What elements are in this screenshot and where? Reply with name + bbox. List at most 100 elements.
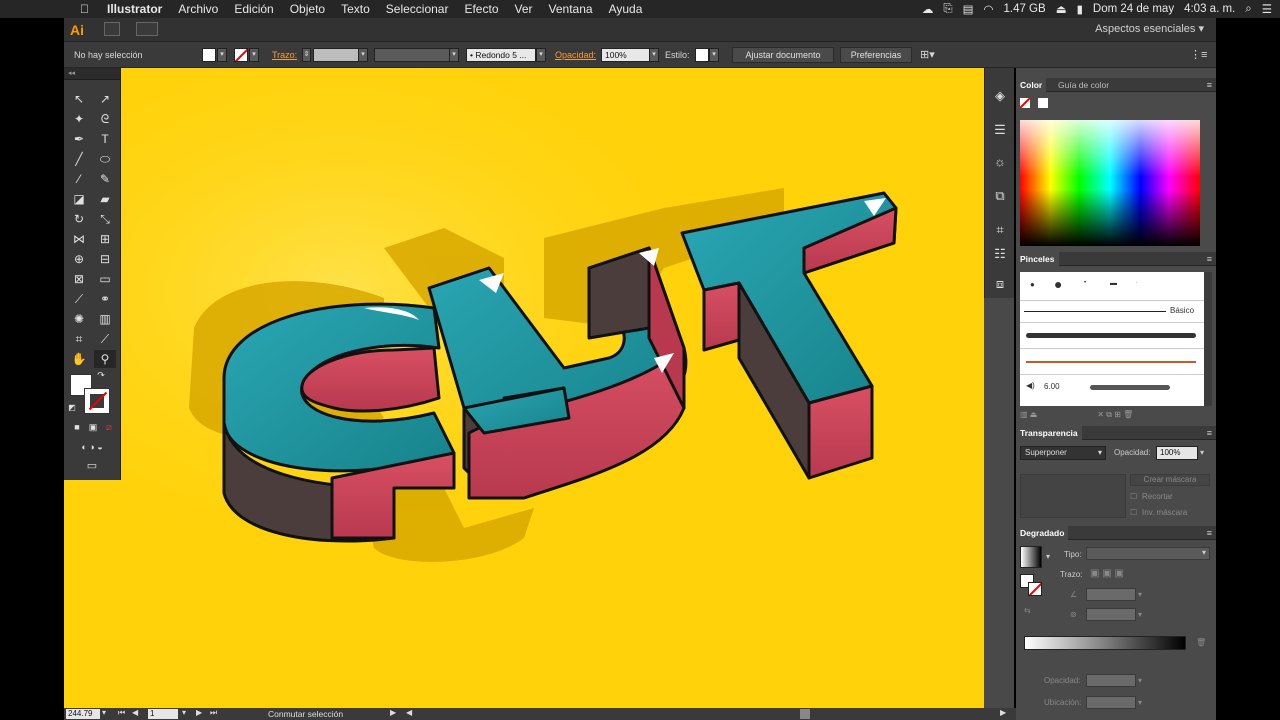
- color-white-swatch[interactable]: [1038, 98, 1048, 108]
- artboard-canvas[interactable]: [64, 68, 984, 708]
- bridge-icon[interactable]: [104, 22, 120, 36]
- menu-ventana[interactable]: Ventana: [541, 0, 601, 18]
- blend-tool-icon[interactable]: ⚭: [94, 290, 116, 308]
- opacity-field[interactable]: 100%: [601, 48, 651, 62]
- stroke-weight-dropdown-icon[interactable]: ▾: [358, 48, 368, 62]
- eject-icon[interactable]: ⏏: [1056, 2, 1067, 16]
- stop-opacity-field[interactable]: [1086, 674, 1136, 687]
- arrange-documents-icon[interactable]: [136, 22, 158, 36]
- brush-dropdown-icon[interactable]: ▾: [536, 48, 546, 62]
- stroke-label[interactable]: Trazo:: [272, 50, 297, 60]
- hand-tool-icon[interactable]: ✋: [68, 350, 90, 368]
- variable-width-dropdown-icon[interactable]: ▾: [449, 48, 459, 62]
- bookmark-icon[interactable]: ⎘: [943, 3, 952, 16]
- zoom-field[interactable]: 244.79: [66, 709, 100, 719]
- graphic-style-swatch[interactable]: [695, 48, 709, 62]
- zoom-dropdown-icon[interactable]: ▾: [102, 708, 106, 717]
- color-none-swatch[interactable]: [1020, 98, 1030, 108]
- menu-objeto[interactable]: Objeto: [282, 0, 333, 18]
- column-graph-tool-icon[interactable]: ▥: [94, 310, 116, 328]
- opacity-dropdown-icon[interactable]: ▾: [1200, 448, 1204, 457]
- line-tool-icon[interactable]: ╱: [68, 150, 90, 168]
- eraser-tool-icon[interactable]: ▰: [94, 190, 116, 208]
- magic-wand-tool-icon[interactable]: ✦: [68, 110, 90, 128]
- pathfinder-icon[interactable]: ⧉: [990, 186, 1010, 206]
- align-icon[interactable]: ⌗: [990, 220, 1010, 240]
- zoom-tool-icon[interactable]: ⚲: [94, 350, 116, 368]
- stop-location-dropdown-icon[interactable]: ▾: [1138, 698, 1142, 707]
- perspective-grid-tool-icon[interactable]: ⊟: [94, 250, 116, 268]
- menu-ayuda[interactable]: Ayuda: [601, 0, 651, 18]
- gradient-tool-icon[interactable]: ▭: [94, 270, 116, 288]
- status-menu-icon[interactable]: ▶: [390, 708, 396, 717]
- artboard-tool-icon[interactable]: ⌗: [68, 330, 90, 348]
- angle-field[interactable]: [1086, 588, 1136, 601]
- wifi-icon[interactable]: ◠: [983, 2, 993, 16]
- clipboard-icon[interactable]: ▤: [963, 2, 974, 16]
- tools-panel-grip[interactable]: ◂◂: [64, 68, 120, 80]
- stroke-gradient-options-icons[interactable]: ▣ ▣ ▣: [1090, 568, 1124, 579]
- preferences-button[interactable]: Preferencias: [840, 47, 912, 63]
- brushes-footer-icons[interactable]: ▥ ⏏ ✕ ⧉ ⊞ 🗑: [1020, 410, 1212, 420]
- brush-dot-large[interactable]: ●: [1054, 276, 1062, 292]
- menu-edicion[interactable]: Edición: [226, 0, 281, 18]
- color-mode-icon[interactable]: ■: [70, 420, 84, 434]
- gradient-preview-dropdown-icon[interactable]: ▾: [1046, 552, 1050, 561]
- angle-dropdown-icon[interactable]: ▾: [1138, 590, 1142, 599]
- direct-selection-tool-icon[interactable]: ↗: [94, 90, 116, 108]
- lasso-tool-icon[interactable]: ᘓ: [94, 110, 116, 128]
- status-text[interactable]: Conmutar selección: [268, 708, 343, 720]
- transparency-panel-menu-icon[interactable]: ≡: [1207, 426, 1212, 440]
- stroke-color-box[interactable]: [84, 388, 110, 414]
- transparency-opacity-field[interactable]: 100%: [1156, 446, 1198, 460]
- stop-location-field[interactable]: [1086, 696, 1136, 709]
- opacity-dropdown-icon[interactable]: ▾: [649, 48, 659, 62]
- brush-definition-field[interactable]: • Redondo 5 ...: [466, 48, 536, 62]
- next-artboard-icon[interactable]: ▶: [196, 708, 202, 717]
- brushes-panel-menu-icon[interactable]: ≡: [1207, 252, 1212, 266]
- panel-menu-icon[interactable]: ⋮≡: [1190, 48, 1207, 61]
- time-readout[interactable]: 4:03 a. m.: [1184, 3, 1235, 15]
- symbols-icon[interactable]: ⧈: [990, 274, 1010, 294]
- battery-icon[interactable]: ▮: [1077, 2, 1083, 16]
- clip-checkbox[interactable]: ☐: [1130, 492, 1137, 501]
- brush-calligraphic[interactable]: ▬: [1110, 280, 1117, 287]
- shaper-tool-icon[interactable]: ◪: [68, 190, 90, 208]
- spotlight-icon[interactable]: ⌕: [1245, 3, 1251, 16]
- gradient-stroke-box[interactable]: [1028, 582, 1042, 596]
- tab-color-guide[interactable]: Guía de color: [1054, 78, 1113, 92]
- artboard-number-field[interactable]: 1: [148, 709, 178, 719]
- gradient-preview[interactable]: [1020, 546, 1042, 568]
- prev-artboard-icon[interactable]: ◀: [132, 708, 138, 717]
- variable-width-field[interactable]: [374, 48, 450, 62]
- transform-icon[interactable]: ☷: [990, 244, 1010, 264]
- notifications-icon[interactable]: ☰: [1262, 2, 1272, 16]
- menu-seleccionar[interactable]: Seleccionar: [378, 0, 457, 18]
- menu-texto[interactable]: Texto: [333, 0, 378, 18]
- brush-row-arrow[interactable]: [1020, 348, 1204, 374]
- gradient-slider[interactable]: [1024, 636, 1186, 650]
- type-tool-icon[interactable]: T: [94, 130, 116, 148]
- shape-builder-tool-icon[interactable]: ⊕: [68, 250, 90, 268]
- stroke-swatch[interactable]: [234, 48, 248, 62]
- horizontal-scroll-thumb[interactable]: [800, 709, 810, 719]
- mesh-tool-icon[interactable]: ⊠: [68, 270, 90, 288]
- selection-tool-icon[interactable]: ↖: [68, 90, 90, 108]
- scroll-left-icon[interactable]: ◀: [406, 708, 412, 717]
- free-transform-tool-icon[interactable]: ⊞: [94, 230, 116, 248]
- stroke-weight-field[interactable]: [313, 48, 359, 62]
- scale-tool-icon[interactable]: ⤡: [94, 210, 116, 228]
- date-readout[interactable]: Dom 24 de may: [1093, 3, 1174, 15]
- brush-dot-small[interactable]: ●: [1030, 280, 1035, 289]
- swap-colors-icon[interactable]: ↷: [94, 368, 108, 382]
- memory-readout[interactable]: 1.47 GB: [1003, 3, 1045, 15]
- stroke-stepper[interactable]: ⇕: [302, 48, 311, 62]
- make-mask-button[interactable]: Crear máscara: [1130, 474, 1210, 486]
- brush-row-charcoal[interactable]: [1020, 322, 1204, 348]
- opacity-label[interactable]: Opacidad:: [555, 50, 596, 60]
- pen-tool-icon[interactable]: ✒: [68, 130, 90, 148]
- brush-row-basic[interactable]: Básico: [1020, 300, 1204, 322]
- paintbrush-tool-icon[interactable]: ⁄: [68, 170, 90, 188]
- rotate-tool-icon[interactable]: ↻: [68, 210, 90, 228]
- workspace-switcher[interactable]: Aspectos esenciales ▾: [1095, 22, 1204, 35]
